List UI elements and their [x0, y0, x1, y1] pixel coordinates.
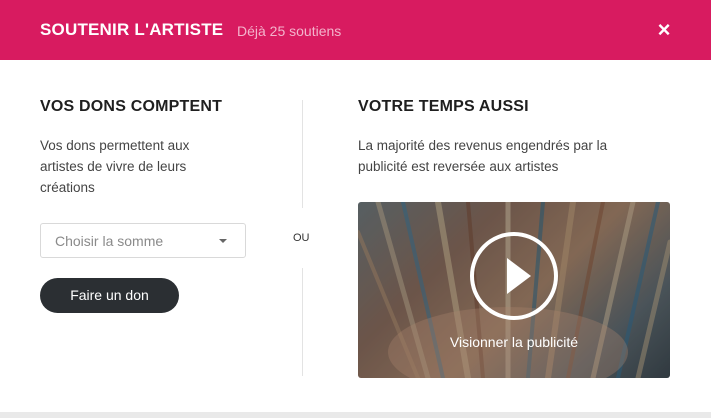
play-icon — [507, 258, 531, 294]
donations-text-line: artistes de vivre de leurs — [40, 159, 187, 174]
amount-select[interactable]: Choisir la somme — [40, 223, 246, 258]
modal-title: SOUTENIR L'ARTISTE — [40, 20, 224, 39]
time-description: La majorité des revenus engendrés par la… — [358, 135, 607, 177]
play-button[interactable] — [470, 232, 558, 320]
amount-select-placeholder: Choisir la somme — [55, 232, 164, 249]
time-title: VOTRE TEMPS AUSSI — [358, 98, 529, 115]
chevron-down-icon — [219, 239, 227, 243]
donate-button[interactable]: Faire un don — [40, 278, 179, 313]
donations-description: Vos dons permettent aux artistes de vivr… — [40, 135, 189, 198]
or-separator: OU — [293, 232, 310, 244]
divider-bottom — [302, 268, 303, 376]
modal-bottom-edge — [0, 412, 711, 418]
time-text-line: publicité est reversée aux artistes — [358, 159, 559, 174]
donations-text-line: créations — [40, 180, 95, 195]
donations-title: VOS DONS COMPTENT — [40, 98, 223, 115]
ad-video[interactable]: Visionner la publicité — [358, 202, 670, 378]
time-text-line: La majorité des revenus engendrés par la — [358, 138, 608, 153]
supporters-count: Déjà 25 soutiens — [237, 23, 342, 39]
modal-header: SOUTENIR L'ARTISTE Déjà 25 soutiens × — [0, 0, 711, 60]
close-icon[interactable]: × — [652, 18, 676, 42]
donations-text-line: Vos dons permettent aux — [40, 138, 190, 153]
watch-ad-label: Visionner la publicité — [449, 334, 579, 350]
divider-top — [302, 100, 303, 208]
